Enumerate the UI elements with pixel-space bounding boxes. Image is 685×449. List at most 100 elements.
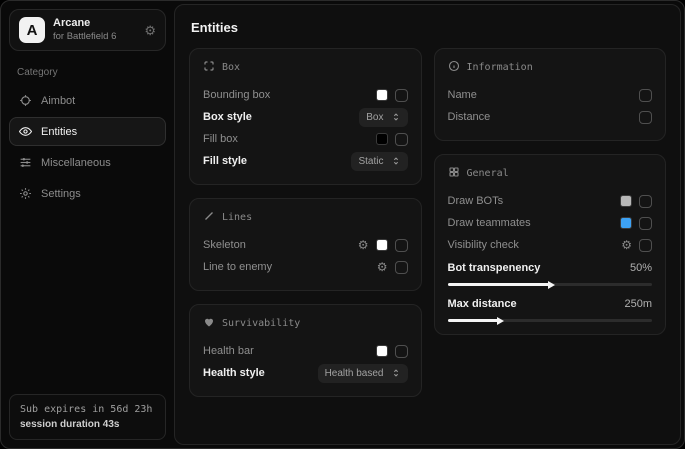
left-column: BoxBounding boxBox styleBoxFill boxFill …	[189, 48, 422, 397]
checkbox[interactable]	[639, 89, 652, 102]
dropdown-box-3[interactable]: Static	[351, 152, 407, 171]
checkbox[interactable]	[639, 239, 652, 252]
card-title: Survivability	[203, 316, 408, 331]
scan-corners-icon	[203, 60, 215, 75]
row-label: Fill style	[203, 155, 351, 167]
setting-row: Fill box	[203, 128, 408, 150]
checkbox[interactable]	[395, 89, 408, 102]
slider-fill	[448, 283, 550, 286]
color-swatch[interactable]	[620, 195, 632, 207]
gear-icon[interactable]: ⚙	[144, 24, 156, 37]
row-controls: Box	[359, 108, 407, 127]
card-lines: LinesSkeleton⚙Line to enemy⚙	[189, 198, 422, 291]
row-label: Skeleton	[203, 239, 358, 251]
row-controls: ⚙	[358, 239, 408, 252]
sidebar-item-miscellaneous[interactable]: Miscellaneous	[9, 148, 166, 177]
row-label: Health bar	[203, 345, 376, 357]
setting-row: Visibility check⚙	[448, 234, 653, 256]
card-title-label: Lines	[222, 212, 252, 223]
dropdown-value: Box	[366, 112, 383, 123]
slider-thumb[interactable]	[497, 317, 504, 325]
slider-thumb[interactable]	[548, 281, 555, 289]
sidebar-spacer	[9, 208, 166, 394]
sidebar-item-aimbot[interactable]: Aimbot	[9, 86, 166, 115]
color-swatch[interactable]	[620, 217, 632, 229]
card-general: GeneralDraw BOTsDraw teammatesVisibility…	[434, 154, 667, 335]
checkbox[interactable]	[639, 195, 652, 208]
setting-row: Fill styleStatic	[203, 150, 408, 172]
session-duration-text: session duration 43s	[20, 417, 155, 432]
heart-icon	[203, 316, 215, 331]
eye-icon	[19, 125, 32, 138]
card-title: Box	[203, 60, 408, 75]
slider-track[interactable]	[448, 283, 653, 286]
slider-setting: Bot transpenency50%	[448, 259, 653, 286]
color-swatch[interactable]	[376, 239, 388, 251]
setting-row: Skeleton⚙	[203, 234, 408, 256]
setting-row: Draw BOTs	[448, 190, 653, 212]
row-controls	[376, 345, 408, 358]
row-label: Distance	[448, 111, 640, 123]
card-title: General	[448, 166, 653, 181]
row-controls	[376, 133, 408, 146]
checkbox[interactable]	[395, 133, 408, 146]
gear-icon[interactable]: ⚙	[358, 239, 369, 251]
row-label: Visibility check	[448, 239, 622, 251]
row-label: Bounding box	[203, 89, 376, 101]
slider-value: 250m	[624, 298, 652, 310]
row-controls: Static	[351, 152, 407, 171]
checkbox[interactable]	[395, 261, 408, 274]
sidebar-nav: Aimbot Entities Miscellaneous Settings	[9, 86, 166, 208]
row-controls: ⚙	[377, 261, 408, 274]
unfold-icon	[391, 112, 401, 122]
sidebar-item-label: Miscellaneous	[41, 157, 111, 169]
dropdown-box-1[interactable]: Box	[359, 108, 407, 127]
dropdown-survivability-1[interactable]: Health based	[318, 364, 408, 383]
sidebar-item-entities[interactable]: Entities	[9, 117, 166, 146]
card-title-label: Box	[222, 62, 240, 73]
sidebar-item-settings[interactable]: Settings	[9, 179, 166, 208]
card-survivability: SurvivabilityHealth barHealth styleHealt…	[189, 304, 422, 397]
app-logo: A	[19, 17, 45, 43]
checkbox[interactable]	[395, 239, 408, 252]
row-controls: ⚙	[621, 239, 652, 252]
unfold-icon	[391, 368, 401, 378]
checkbox[interactable]	[639, 111, 652, 124]
slider-value: 50%	[630, 262, 652, 274]
sidebar-item-label: Aimbot	[41, 95, 75, 107]
color-swatch[interactable]	[376, 89, 388, 101]
slider-setting: Max distance250m	[448, 295, 653, 322]
app-name: Arcane	[53, 17, 136, 31]
category-label: Category	[17, 67, 158, 78]
info-icon	[448, 60, 460, 75]
sub-expiry-text: Sub expires in 56d 23h	[20, 402, 155, 417]
setting-row: Name	[448, 84, 653, 106]
row-controls	[639, 89, 652, 102]
app-window: A Arcane for Battlefield 6 ⚙ Category Ai…	[0, 0, 685, 449]
gear-icon[interactable]: ⚙	[621, 239, 632, 251]
unfold-icon	[391, 156, 401, 166]
logo-card: A Arcane for Battlefield 6 ⚙	[9, 9, 166, 51]
card-information: Information Name Distance	[434, 48, 667, 141]
card-title-label: Information	[467, 62, 533, 73]
logo-text: Arcane for Battlefield 6	[53, 17, 136, 43]
card-title: Lines	[203, 210, 408, 225]
row-label: Box style	[203, 111, 359, 123]
card-box: BoxBounding boxBox styleBoxFill boxFill …	[189, 48, 422, 185]
gear-icon	[19, 187, 32, 200]
crosshair-icon	[19, 94, 32, 107]
card-columns: BoxBounding boxBox styleBoxFill boxFill …	[189, 48, 666, 397]
setting-row: Bounding box	[203, 84, 408, 106]
color-swatch[interactable]	[376, 133, 388, 145]
row-controls	[620, 217, 652, 230]
slider-track[interactable]	[448, 319, 653, 322]
checkbox[interactable]	[639, 217, 652, 230]
checkbox[interactable]	[395, 345, 408, 358]
gear-icon[interactable]: ⚙	[377, 261, 388, 273]
color-swatch[interactable]	[376, 345, 388, 357]
setting-row: Health bar	[203, 340, 408, 362]
app-subtitle: for Battlefield 6	[53, 31, 136, 43]
row-controls: Health based	[318, 364, 408, 383]
row-label: Line to enemy	[203, 261, 377, 273]
setting-row: Box style Box	[203, 106, 408, 128]
